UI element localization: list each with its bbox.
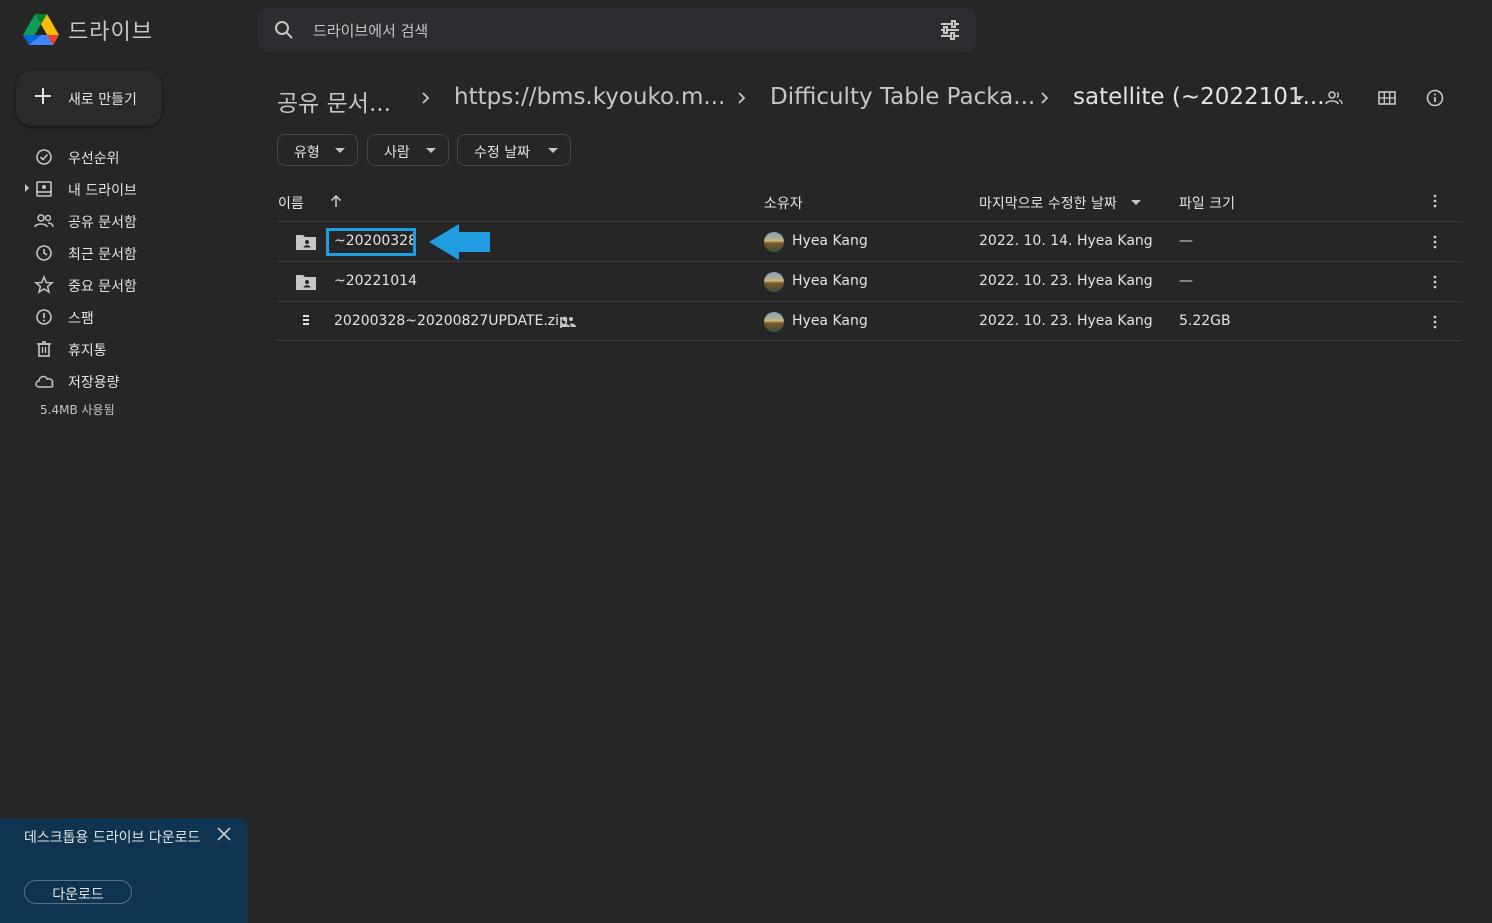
filter-people-label: 사람	[384, 145, 410, 161]
column-header-modified[interactable]: 마지막으로 수정한 날짜	[979, 193, 1117, 213]
search-icon[interactable]	[274, 20, 294, 40]
avatar	[764, 232, 784, 252]
download-button-label: 다운로드	[52, 887, 104, 903]
sidebar-item-label: 저장용량	[68, 375, 120, 391]
chevron-right-icon	[736, 88, 748, 108]
spam-icon	[34, 307, 54, 327]
owner-name: Hyea Kang	[792, 273, 868, 289]
dropdown-arrow-icon	[335, 148, 345, 154]
drive-logo-icon	[23, 14, 59, 45]
filter-modified-label: 수정 날짜	[474, 145, 530, 161]
file-name[interactable]: ~20221014	[334, 273, 417, 289]
owner-name: Hyea Kang	[792, 233, 868, 249]
table-row[interactable]: ~20221014 Hyea Kang 2022. 10. 23. Hyea K…	[277, 261, 1462, 301]
info-icon[interactable]	[1425, 88, 1445, 108]
desktop-download-toast: 데스크톱용 드라이브 다운로드 다운로드	[0, 818, 248, 923]
star-icon	[34, 275, 54, 295]
breadcrumb-current[interactable]: satellite (~2022101...	[1073, 84, 1325, 110]
chevron-right-icon	[420, 88, 432, 108]
sidebar-item-recent[interactable]: 최근 문서함	[24, 238, 224, 268]
column-header-owner[interactable]: 소유자	[764, 193, 803, 213]
sidebar-item-spam[interactable]: 스팸	[24, 302, 224, 332]
priority-icon	[34, 147, 54, 167]
avatar	[764, 312, 784, 332]
dropdown-arrow-icon	[426, 148, 436, 154]
chevron-right-icon	[1039, 88, 1051, 108]
my-drive-icon	[34, 179, 54, 199]
shared-users-icon	[560, 315, 576, 329]
filter-modified-chip[interactable]: 수정 날짜	[457, 134, 571, 166]
table-row[interactable]: 20200328~20200827UPDATE.zip Hyea Kang 20…	[277, 301, 1462, 341]
sidebar-item-label: 우선순위	[68, 151, 120, 167]
file-size: —	[1179, 273, 1193, 289]
cloud-icon	[34, 371, 56, 391]
plus-icon	[34, 87, 52, 105]
drive-logo[interactable]	[22, 12, 60, 48]
arrow-left-icon	[429, 222, 491, 262]
zip-file-icon	[299, 313, 313, 331]
sort-arrow-up-icon[interactable]	[329, 194, 343, 208]
sidebar-item-label: 내 드라이브	[68, 183, 137, 199]
highlight-box	[326, 228, 416, 256]
modified-date: 2022. 10. 23. Hyea Kang	[979, 273, 1153, 289]
column-header-size[interactable]: 파일 크기	[1179, 193, 1235, 213]
trash-icon	[34, 339, 54, 359]
dropdown-arrow-icon[interactable]	[1131, 200, 1141, 206]
shared-icon	[34, 211, 54, 231]
sidebar-item-starred[interactable]: 중요 문서함	[24, 270, 224, 300]
file-size: 5.22GB	[1179, 313, 1231, 329]
sidebar-item-storage[interactable]: 저장용량	[24, 366, 224, 396]
more-vert-icon[interactable]	[1427, 272, 1443, 292]
more-vert-icon[interactable]	[1427, 232, 1443, 252]
download-button[interactable]: 다운로드	[24, 880, 132, 904]
expand-caret-icon[interactable]	[24, 184, 30, 192]
sidebar-item-label: 스팸	[68, 311, 94, 327]
file-size: —	[1179, 233, 1193, 249]
storage-used-text: 5.4MB 사용됨	[40, 403, 115, 417]
more-vert-icon[interactable]	[1427, 312, 1443, 332]
breadcrumb-item[interactable]: Difficulty Table Packa...	[770, 84, 1035, 110]
new-button-label: 새로 만들기	[68, 92, 137, 108]
search-options-icon[interactable]	[940, 20, 960, 40]
close-icon[interactable]	[216, 826, 232, 842]
dropdown-arrow-icon	[548, 148, 558, 154]
sidebar-item-trash[interactable]: 휴지통	[24, 334, 224, 364]
dropdown-arrow-icon[interactable]	[1293, 95, 1305, 103]
modified-date: 2022. 10. 23. Hyea Kang	[979, 313, 1153, 329]
owner-name: Hyea Kang	[792, 313, 868, 329]
filter-type-chip[interactable]: 유형	[277, 134, 358, 166]
shared-folder-icon	[295, 273, 317, 291]
search-input[interactable]: 드라이브에서 검색	[313, 20, 428, 41]
filter-type-label: 유형	[294, 145, 320, 161]
more-vert-icon[interactable]	[1427, 193, 1443, 209]
filter-people-chip[interactable]: 사람	[367, 134, 449, 166]
file-name[interactable]: 20200328~20200827UPDATE.zip	[334, 313, 568, 329]
breadcrumb-item[interactable]: 공유 문서...	[277, 84, 391, 118]
avatar	[764, 272, 784, 292]
sidebar-item-label: 최근 문서함	[68, 247, 137, 263]
clock-icon	[34, 243, 54, 263]
shared-users-icon[interactable]	[1324, 88, 1344, 108]
breadcrumb-item[interactable]: https://bms.kyouko.m...	[454, 84, 725, 110]
sidebar-item-priority[interactable]: 우선순위	[24, 142, 224, 172]
app-title[interactable]: 드라이브	[68, 14, 153, 46]
column-header-name[interactable]: 이름	[278, 193, 304, 213]
sidebar-item-label: 휴지통	[68, 343, 107, 359]
toast-message: 데스크톱용 드라이브 다운로드	[24, 830, 201, 846]
sidebar-item-label: 공유 문서함	[68, 215, 137, 231]
sidebar-item-shared[interactable]: 공유 문서함	[24, 206, 224, 236]
shared-folder-icon	[295, 233, 317, 251]
sidebar-item-my-drive[interactable]: 내 드라이브	[24, 174, 224, 204]
search-bar[interactable]: 드라이브에서 검색	[258, 8, 976, 52]
new-button[interactable]: 새로 만들기	[16, 70, 162, 126]
modified-date: 2022. 10. 14. Hyea Kang	[979, 233, 1153, 249]
sidebar-item-label: 중요 문서함	[68, 279, 137, 295]
grid-view-icon[interactable]	[1377, 88, 1397, 108]
